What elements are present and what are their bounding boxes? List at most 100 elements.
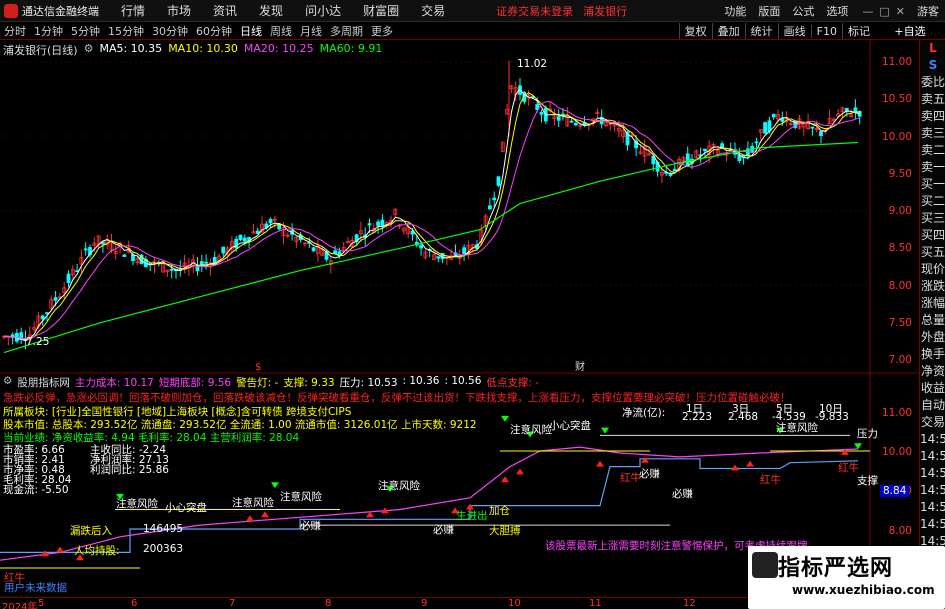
- close-icon[interactable]: ✕: [896, 5, 905, 18]
- side-panel-item[interactable]: 总量: [920, 312, 945, 329]
- risk-label-5: 注意风险: [280, 491, 322, 503]
- buy-arrow: [746, 460, 754, 467]
- chart-tool-5[interactable]: 标记: [842, 23, 875, 39]
- period-tab-8[interactable]: 月线: [296, 23, 326, 39]
- price-tick-8: 7.00: [888, 354, 912, 366]
- candle-body: [66, 273, 71, 284]
- side-panel-item[interactable]: 卖三: [920, 125, 945, 142]
- menu-item-5[interactable]: 财富圈: [352, 2, 410, 19]
- period-tab-9[interactable]: 多周期: [326, 23, 367, 39]
- side-panel-item[interactable]: 14:56: [920, 482, 945, 499]
- side-panel-item[interactable]: 卖四: [920, 108, 945, 125]
- side-panel-item[interactable]: 买三: [920, 210, 945, 227]
- red-bull-label-2: 红牛: [760, 474, 781, 486]
- chart-tool-2[interactable]: 统计: [744, 23, 778, 39]
- candle-body: [569, 120, 574, 123]
- indicator-settings-icon[interactable]: ⚙: [3, 375, 12, 390]
- chart-tool-0[interactable]: 复权: [678, 23, 712, 39]
- window-controls: — □ ✕: [854, 5, 911, 18]
- price-tick-6: 8.00: [888, 279, 912, 292]
- side-panel-item[interactable]: 卖五: [920, 91, 945, 108]
- side-panel-item[interactable]: 14:56: [920, 465, 945, 482]
- side-panel-item[interactable]: 14:56: [920, 499, 945, 516]
- period-tab-2[interactable]: 5分钟: [67, 23, 104, 39]
- menu-item-0[interactable]: 行情: [110, 2, 156, 19]
- red-bull-label-4: 红牛: [4, 572, 25, 584]
- side-panel-item[interactable]: 14:56: [920, 516, 945, 533]
- candle-body: [492, 197, 497, 201]
- ma20-line: [3, 101, 860, 340]
- chart-area[interactable]: $ 财: [0, 40, 919, 609]
- chart-tool-3[interactable]: 画线: [777, 23, 811, 39]
- side-panel-item[interactable]: 买四: [920, 227, 945, 244]
- time-tick-4: 8: [325, 598, 332, 609]
- settings-icon[interactable]: ⚙: [84, 42, 94, 58]
- period-tab-0[interactable]: 分时: [0, 23, 30, 39]
- side-panel-item[interactable]: 净资: [920, 363, 945, 380]
- side-panel-item[interactable]: 交易: [920, 414, 945, 431]
- candle-body: [268, 219, 273, 224]
- menu-item-6[interactable]: 交易: [410, 2, 456, 19]
- menu-item-1[interactable]: 市场: [156, 2, 202, 19]
- menu-formula[interactable]: 公式: [786, 3, 820, 19]
- menu-item-4[interactable]: 问小达: [294, 2, 352, 19]
- side-panel-item[interactable]: 卖一: [920, 159, 945, 176]
- chart-tool-1[interactable]: 叠加: [711, 23, 745, 39]
- minimize-icon[interactable]: —: [862, 5, 873, 18]
- chart-canvas[interactable]: $ 财: [0, 40, 919, 609]
- price-tick-0: 11.00: [881, 56, 912, 68]
- red-bull-label-3: 红牛: [838, 462, 859, 474]
- side-panel-item[interactable]: 14:56: [920, 431, 945, 448]
- candle-body: [255, 230, 260, 234]
- maximize-icon[interactable]: □: [879, 5, 889, 18]
- chart-tool-4[interactable]: F10: [810, 24, 842, 38]
- side-panel-item[interactable]: 现价: [920, 261, 945, 278]
- side-panel-item[interactable]: 委比: [920, 74, 945, 91]
- buy-arrow: [246, 515, 254, 522]
- side-panel-item[interactable]: 涨幅: [920, 295, 945, 312]
- side-panel-item[interactable]: 自动: [920, 397, 945, 414]
- broker-name[interactable]: 浦发银行: [583, 3, 627, 19]
- period-tab-4[interactable]: 30分钟: [148, 23, 192, 39]
- period-tab-10[interactable]: 更多: [367, 23, 397, 39]
- menu-function[interactable]: 功能: [718, 3, 752, 19]
- risk-label-2: 注意风险: [776, 422, 818, 434]
- menu-item-2[interactable]: 资讯: [202, 2, 248, 19]
- side-panel-item[interactable]: 换手: [920, 346, 945, 363]
- side-panel-item[interactable]: 买二: [920, 193, 945, 210]
- candle-body: [45, 312, 49, 315]
- side-panel-item[interactable]: 14:56: [920, 448, 945, 465]
- menu-item-3[interactable]: 发现: [248, 2, 294, 19]
- period-tab-7[interactable]: 周线: [266, 23, 296, 39]
- event-marker: 财: [575, 360, 585, 373]
- add-watchlist-button[interactable]: +自选: [875, 22, 945, 40]
- stock-name[interactable]: 浦发银行(日线): [3, 42, 78, 58]
- sell-arrow: [854, 443, 862, 450]
- side-panel-item[interactable]: 卖二: [920, 142, 945, 159]
- side-panel-item[interactable]: 外盘: [920, 329, 945, 346]
- menu-options[interactable]: 选项: [820, 3, 854, 19]
- period-tab-1[interactable]: 1分钟: [30, 23, 67, 39]
- ma5-label: MA5: 10.35: [99, 42, 163, 55]
- sell-arrow: [271, 482, 279, 489]
- candle-body: [419, 245, 424, 249]
- per-capita-value: 200363: [143, 543, 184, 555]
- login-status[interactable]: 证券交易未登录: [496, 3, 573, 19]
- side-panel-item[interactable]: 买五: [920, 244, 945, 261]
- period-toolbar: 分时 1分钟 5分钟 15分钟 30分钟 60分钟 日线 周线 月线 多周期 更多 复权 叠加 统计 画线…: [0, 22, 945, 40]
- buy-arrow: [641, 456, 649, 463]
- indicator-name[interactable]: 股朋指标网: [17, 375, 70, 390]
- period-tab-6[interactable]: 日线: [236, 23, 266, 39]
- side-panel-item[interactable]: S: [920, 57, 945, 74]
- caution-label-1: 小心突盘: [549, 420, 591, 432]
- menu-layout[interactable]: 版面: [752, 3, 786, 19]
- candle-body: [40, 315, 45, 320]
- sell-arrow: [601, 427, 609, 434]
- side-panel-item[interactable]: 收益: [920, 380, 945, 397]
- period-tab-3[interactable]: 15分钟: [104, 23, 148, 39]
- guest-label[interactable]: 游客: [911, 3, 945, 19]
- side-panel-item[interactable]: 买一: [920, 176, 945, 193]
- side-panel-item[interactable]: L: [920, 40, 945, 57]
- period-tab-5[interactable]: 60分钟: [192, 23, 236, 39]
- side-panel-item[interactable]: 涨跌: [920, 278, 945, 295]
